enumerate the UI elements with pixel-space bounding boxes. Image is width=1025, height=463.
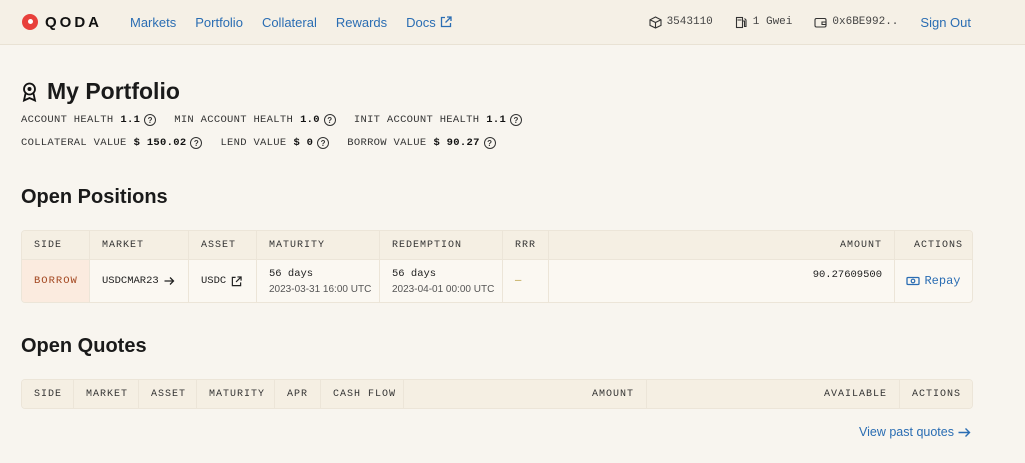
nav-docs[interactable]: Docs: [406, 15, 452, 30]
collateral-value-label: COLLATERAL VALUE: [21, 137, 127, 149]
borrow-value-label: BORROW VALUE: [347, 137, 427, 149]
help-icon[interactable]: ?: [144, 114, 157, 126]
collateral-value: COLLATERAL VALUE $ 150.02 ?: [21, 137, 203, 149]
open-quotes-table: SIDE MARKET ASSET MATURITY APR CASH FLOW…: [21, 379, 973, 409]
repay-label: Repay: [924, 274, 961, 288]
market-name: USDCMAR23: [102, 275, 159, 287]
gas-price-value: 1 Gwei: [752, 16, 793, 28]
page-title-text: My Portfolio: [47, 78, 180, 104]
nav-docs-label: Docs: [406, 14, 436, 30]
rrr-cell: —: [503, 260, 549, 302]
init-health-value: 1.1: [486, 114, 507, 126]
column-header: ASSET: [139, 380, 197, 408]
main-nav: Markets Portfolio Collateral Rewards Doc…: [130, 15, 471, 30]
asset-name: USDC: [201, 275, 227, 287]
gas-price: 1 Gwei: [735, 16, 793, 29]
min-health-label: MIN ACCOUNT HEALTH: [174, 114, 294, 126]
value-metrics: COLLATERAL VALUE $ 150.02 ? LEND VALUE $…: [21, 137, 514, 149]
redemption-cell: 56 days 2023-04-01 00:00 UTC: [380, 260, 503, 302]
fuel-pump-icon: [735, 16, 747, 28]
help-icon[interactable]: ?: [317, 137, 330, 149]
nav-collateral[interactable]: Collateral: [262, 15, 317, 30]
column-header: ACTIONS: [914, 239, 964, 251]
redemption-days: 56 days: [392, 267, 437, 280]
nav-portfolio[interactable]: Portfolio: [195, 15, 243, 30]
column-header: MARKET: [90, 231, 189, 259]
min-health-value: 1.0: [300, 114, 320, 126]
collateral-value-amount: $ 150.02: [133, 137, 187, 149]
help-icon[interactable]: ?: [483, 137, 496, 149]
account-health: ACCOUNT HEALTH 1.1 ?: [21, 114, 157, 126]
asset-cell[interactable]: USDC: [189, 260, 257, 302]
wallet-icon: [814, 17, 827, 28]
cube-icon: [649, 15, 662, 29]
column-header: SIDE: [22, 231, 90, 259]
arrow-right-icon: [958, 427, 971, 437]
arrow-right-icon: [164, 277, 175, 285]
block-number: 3543110: [649, 15, 713, 29]
column-header: APR: [275, 380, 321, 408]
column-header: AMOUNT: [549, 231, 895, 259]
borrow-value: BORROW VALUE $ 90.27 ?: [347, 137, 496, 149]
column-header: ASSET: [189, 231, 257, 259]
maturity-date: 2023-03-31 16:00 UTC: [269, 283, 372, 295]
table-header: SIDE MARKET ASSET MATURITY APR CASH FLOW…: [22, 380, 972, 408]
lend-value-label: LEND VALUE: [220, 137, 287, 149]
health-metrics: ACCOUNT HEALTH 1.1 ? MIN ACCOUNT HEALTH …: [21, 114, 540, 126]
column-header: MATURITY: [257, 231, 380, 259]
column-header: AVAILABLE: [647, 380, 900, 408]
table-header: SIDE MARKET ASSET MATURITY REDEMPTION RR…: [22, 231, 972, 260]
block-number-value: 3543110: [666, 16, 713, 28]
top-navbar: QODA Markets Portfolio Collateral Reward…: [0, 0, 1025, 45]
open-positions-heading: Open Positions: [21, 186, 168, 208]
column-header: ACTIONS: [912, 388, 962, 400]
column-header: RRR: [503, 231, 549, 259]
column-header: AMOUNT: [404, 380, 647, 408]
nav-markets[interactable]: Markets: [130, 15, 176, 30]
account-health-value: 1.1: [120, 114, 141, 126]
column-header: CASH FLOW: [321, 380, 404, 408]
award-icon: [22, 82, 37, 102]
repay-icon: [906, 276, 921, 286]
amount-cell: 90.27609500: [549, 260, 895, 302]
help-icon[interactable]: ?: [190, 137, 203, 149]
init-health-label: INIT ACCOUNT HEALTH: [353, 114, 480, 126]
logo-icon: [22, 14, 38, 30]
market-cell[interactable]: USDCMAR23: [90, 260, 189, 302]
header-status: 3543110 1 Gwei 0x6BE992.. Sign Out: [649, 0, 1025, 44]
wallet-address-value: 0x6BE992..: [832, 16, 899, 28]
external-link-icon: [440, 16, 452, 28]
column-header: MATURITY: [197, 380, 275, 408]
init-account-health: INIT ACCOUNT HEALTH 1.1 ?: [353, 114, 523, 126]
borrow-value-amount: $ 90.27: [433, 137, 480, 149]
page-title: My Portfolio: [21, 78, 180, 105]
min-account-health: MIN ACCOUNT HEALTH 1.0 ?: [174, 114, 336, 126]
lend-value-amount: $ 0: [293, 137, 314, 149]
view-past-quotes-link[interactable]: View past quotes: [859, 425, 971, 439]
wallet-address[interactable]: 0x6BE992..: [814, 16, 898, 29]
view-past-quotes-label: View past quotes: [859, 425, 954, 439]
logo-text: QODA: [45, 13, 102, 31]
logo[interactable]: QODA: [22, 14, 102, 31]
column-header: MARKET: [74, 380, 139, 408]
column-header: SIDE: [22, 380, 74, 408]
maturity-days: 56 days: [269, 267, 314, 280]
maturity-cell: 56 days 2023-03-31 16:00 UTC: [257, 260, 380, 302]
repay-button[interactable]: Repay: [895, 260, 972, 302]
nav-rewards[interactable]: Rewards: [336, 15, 387, 30]
redemption-date: 2023-04-01 00:00 UTC: [392, 283, 495, 295]
external-link-icon: [231, 275, 242, 286]
lend-value: LEND VALUE $ 0 ?: [220, 137, 330, 149]
open-quotes-heading: Open Quotes: [21, 335, 147, 357]
open-positions-table: SIDE MARKET ASSET MATURITY REDEMPTION RR…: [21, 230, 973, 303]
side-cell: BORROW: [22, 260, 90, 302]
account-health-label: ACCOUNT HEALTH: [21, 114, 114, 126]
table-row: BORROW USDCMAR23 USDC 56 days 2023-03-31…: [22, 260, 972, 302]
help-icon[interactable]: ?: [510, 114, 523, 126]
sign-out-button[interactable]: Sign Out: [920, 15, 971, 30]
column-header: REDEMPTION: [380, 231, 503, 259]
help-icon[interactable]: ?: [323, 114, 336, 126]
